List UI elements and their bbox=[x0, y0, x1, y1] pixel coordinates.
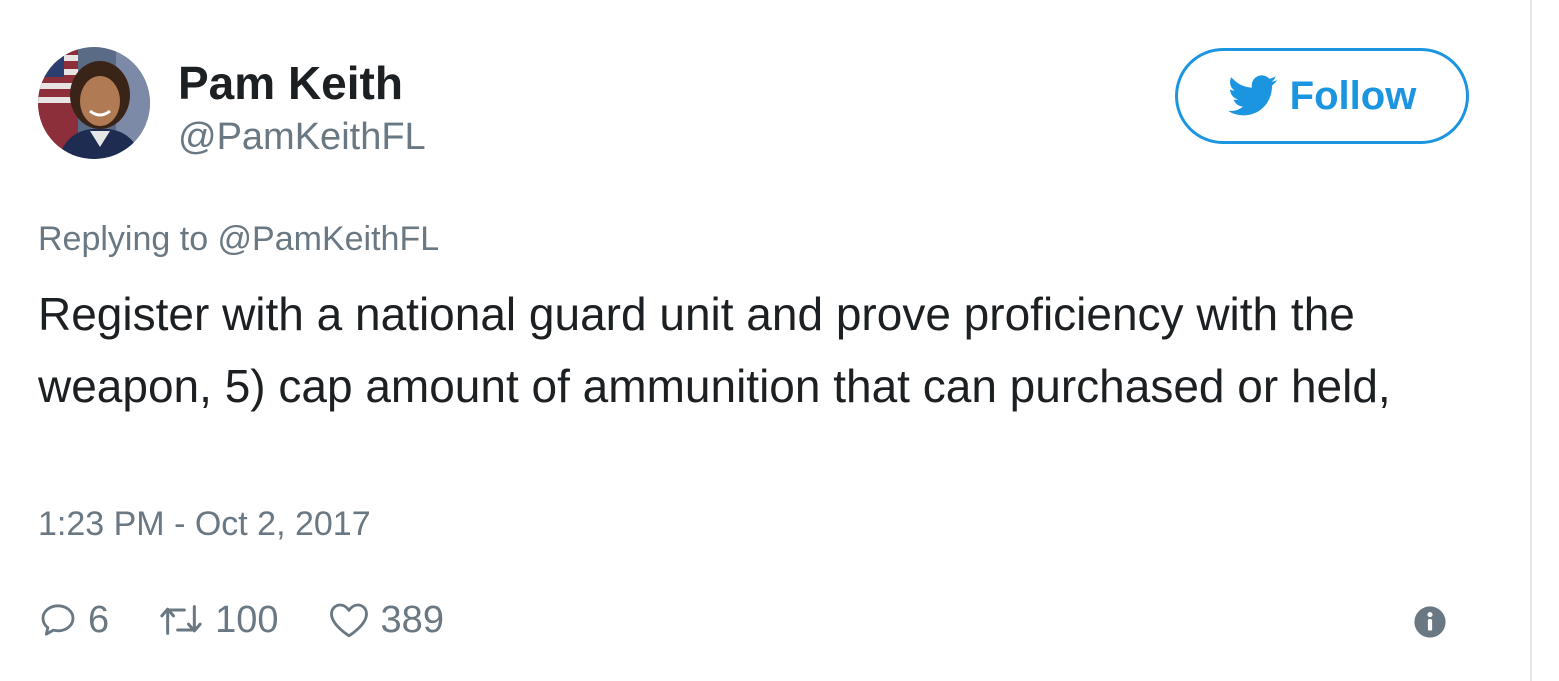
retweet-icon bbox=[160, 605, 202, 635]
display-name[interactable]: Pam Keith bbox=[178, 55, 403, 111]
tweet-actions: 6 100 389 bbox=[38, 590, 492, 650]
tweet-card: Pam Keith @PamKeithFL Follow Replying to… bbox=[0, 0, 1530, 681]
reply-icon bbox=[41, 604, 75, 636]
user-handle[interactable]: @PamKeithFL bbox=[178, 113, 426, 161]
reply-button[interactable]: 6 bbox=[38, 596, 109, 644]
heart-icon bbox=[329, 603, 368, 638]
reply-context-handle[interactable]: @PamKeithFL bbox=[218, 220, 440, 258]
reply-context: Replying to @PamKeithFL bbox=[38, 215, 439, 263]
avatar[interactable] bbox=[38, 47, 150, 159]
tweet-text: Register with a national guard unit and … bbox=[38, 288, 1391, 412]
follow-button[interactable]: Follow bbox=[1175, 48, 1469, 144]
avatar-image bbox=[38, 47, 150, 159]
info-icon[interactable] bbox=[1413, 605, 1447, 639]
scrollbar-track bbox=[1530, 0, 1559, 681]
retweet-count: 100 bbox=[215, 599, 279, 641]
follow-label: Follow bbox=[1289, 74, 1417, 118]
reply-context-prefix: Replying to bbox=[38, 220, 218, 258]
tweet-timestamp[interactable]: 1:23 PM - Oct 2, 2017 bbox=[38, 500, 371, 548]
reply-count: 6 bbox=[88, 599, 110, 641]
retweet-button[interactable]: 100 bbox=[157, 596, 279, 644]
twitter-bird-icon bbox=[1227, 75, 1277, 116]
like-count: 389 bbox=[380, 599, 444, 641]
like-button[interactable]: 389 bbox=[327, 596, 444, 644]
